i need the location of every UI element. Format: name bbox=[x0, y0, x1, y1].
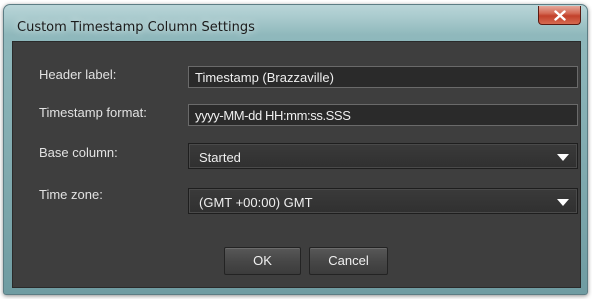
cancel-button[interactable]: Cancel bbox=[309, 247, 388, 275]
base-column-label: Base column: bbox=[39, 145, 118, 160]
base-column-select[interactable]: Started bbox=[188, 143, 578, 169]
close-button[interactable] bbox=[538, 6, 581, 25]
base-column-value: Started bbox=[199, 150, 241, 165]
timestamp-format-label: Timestamp format: bbox=[39, 105, 147, 120]
dropdown-arrow-icon bbox=[557, 199, 569, 206]
header-label-label: Header label: bbox=[39, 67, 117, 82]
ok-button[interactable]: OK bbox=[224, 247, 301, 275]
close-x-icon bbox=[554, 10, 566, 21]
time-zone-value: (GMT +00:00) GMT bbox=[199, 195, 313, 210]
time-zone-label: Time zone: bbox=[39, 187, 103, 202]
dialog-window: Custom Timestamp Column Settings Header … bbox=[3, 4, 588, 295]
timestamp-format-input[interactable]: yyyy-MM-dd HH:mm:ss.SSS bbox=[188, 104, 578, 126]
title-bar[interactable]: Custom Timestamp Column Settings bbox=[4, 5, 587, 37]
settings-panel: Header label: Timestamp (Brazzaville) Ti… bbox=[12, 41, 581, 288]
dialog-title: Custom Timestamp Column Settings bbox=[17, 20, 255, 35]
dropdown-arrow-icon bbox=[557, 154, 569, 161]
time-zone-select[interactable]: (GMT +00:00) GMT bbox=[188, 188, 578, 214]
header-label-input[interactable]: Timestamp (Brazzaville) bbox=[188, 66, 578, 88]
